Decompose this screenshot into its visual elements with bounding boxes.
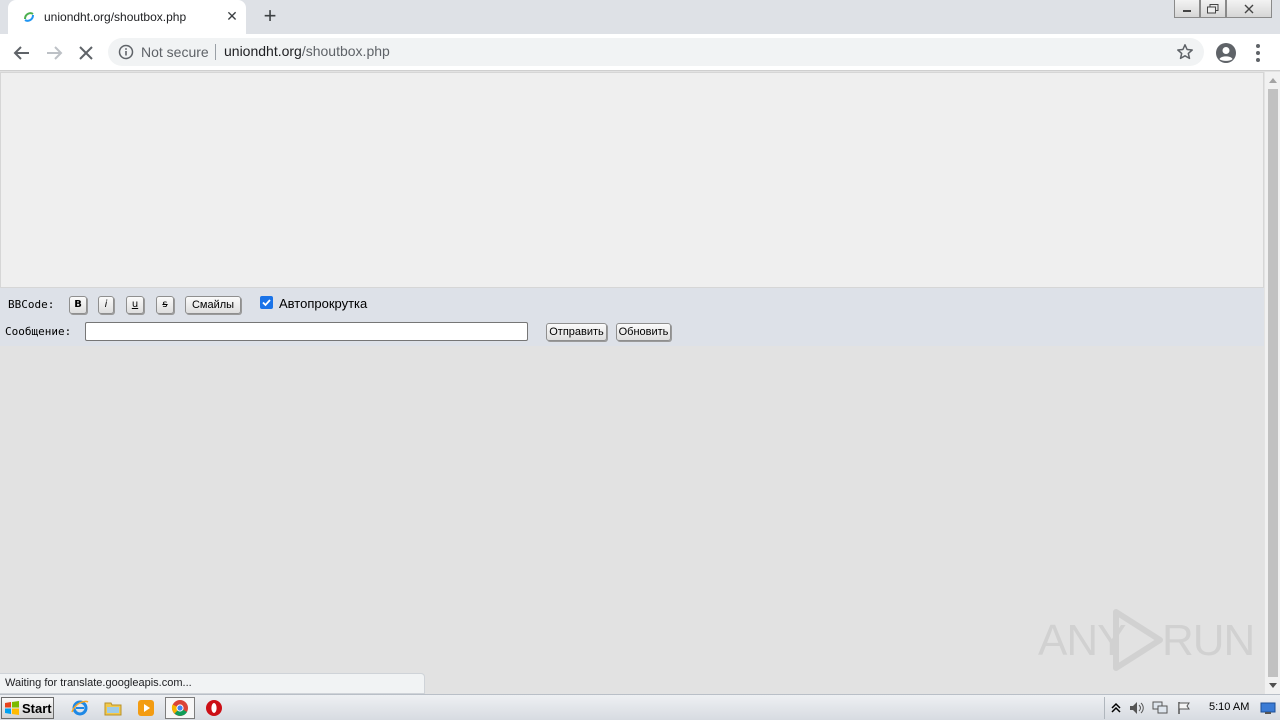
autoscroll-label[interactable]: Автопрокрутка — [279, 296, 367, 311]
scroll-down-arrow[interactable] — [1265, 678, 1280, 694]
desktop-icon — [1260, 702, 1276, 714]
media-play-icon — [138, 700, 154, 716]
start-label: Start — [22, 700, 52, 716]
chevron-down-icon — [1269, 683, 1277, 688]
internet-explorer-icon[interactable] — [70, 698, 90, 718]
show-hidden-icons[interactable] — [1108, 700, 1124, 716]
action-center-icon[interactable] — [1176, 700, 1192, 716]
clock[interactable]: 5:10 AM — [1209, 701, 1249, 713]
url-host: uniondht.org — [224, 43, 302, 59]
back-arrow-icon — [13, 46, 29, 60]
system-tray: 5:10 AM — [1104, 697, 1280, 719]
anyrun-watermark: ANY RUN — [1038, 608, 1255, 672]
media-player-icon[interactable] — [136, 698, 156, 718]
volume-icon[interactable] — [1129, 700, 1145, 716]
tab-strip: uniondht.org/shoutbox.php ✕ + — [0, 0, 1280, 34]
flag-icon — [1178, 702, 1190, 714]
scroll-thumb[interactable] — [1268, 89, 1278, 677]
show-desktop-icon[interactable] — [1260, 700, 1276, 716]
smiles-button[interactable]: Смайлы — [185, 296, 241, 314]
scroll-up-arrow[interactable] — [1265, 72, 1280, 88]
site-favicon-icon — [24, 12, 34, 22]
page-viewport: BBCode: B i u s Смайлы Автопрокрутка Соо… — [0, 72, 1264, 694]
forward-arrow-icon — [47, 46, 63, 60]
message-label: Сообщение: — [5, 325, 72, 338]
watermark-right-text: RUN — [1162, 616, 1255, 665]
message-input[interactable] — [85, 322, 528, 341]
autoscroll-checkbox[interactable] — [260, 296, 273, 309]
restore-button[interactable] — [1200, 0, 1226, 18]
tab-close-icon[interactable]: ✕ — [224, 9, 240, 25]
url-path: /shoutbox.php — [301, 43, 390, 59]
stop-loading-button[interactable] — [74, 41, 98, 65]
bbcode-italic-button[interactable]: i — [98, 296, 114, 314]
refresh-button[interactable]: Обновить — [616, 323, 671, 341]
file-explorer-icon[interactable] — [103, 698, 123, 718]
play-logo-icon — [1113, 609, 1163, 671]
page-scrollbar[interactable] — [1264, 72, 1280, 694]
opera-logo-icon — [206, 700, 222, 716]
stop-icon — [79, 46, 93, 60]
bbcode-underline-button[interactable]: u — [126, 296, 144, 314]
close-window-button[interactable] — [1226, 0, 1272, 18]
new-tab-button[interactable]: + — [258, 5, 282, 29]
minimize-icon — [1183, 9, 1191, 12]
send-button[interactable]: Отправить — [546, 323, 607, 341]
tab-title: uniondht.org/shoutbox.php — [44, 10, 187, 24]
status-bubble: Waiting for translate.googleapis.com... — [0, 673, 425, 694]
checkmark-icon — [262, 299, 271, 307]
ie-logo-icon — [71, 700, 89, 716]
chrome-icon — [171, 700, 188, 716]
bookmark-star-icon[interactable] — [1176, 43, 1194, 61]
profile-avatar-icon[interactable] — [1215, 42, 1237, 64]
windows-taskbar: Start 5:10 AM — [0, 694, 1280, 720]
security-label[interactable]: Not secure — [141, 44, 209, 60]
chrome-taskbar-button[interactable] — [165, 697, 195, 719]
url-text[interactable]: uniondht.org/shoutbox.php — [224, 43, 390, 59]
omnibox-separator — [215, 44, 216, 60]
folder-icon — [104, 702, 122, 716]
minimize-button[interactable] — [1174, 0, 1200, 18]
bbcode-strike-button[interactable]: s — [156, 296, 174, 314]
bbcode-bold-button[interactable]: B — [69, 296, 87, 314]
shoutbox-controls: BBCode: B i u s Смайлы Автопрокрутка Соо… — [0, 288, 1264, 346]
network-icon[interactable] — [1152, 700, 1168, 716]
bbcode-label: BBCode: — [8, 298, 55, 311]
chevron-up-icon — [1111, 702, 1121, 713]
restore-icon — [1207, 3, 1219, 13]
window-controls — [1174, 0, 1272, 20]
shoutbox-messages-area — [0, 72, 1264, 288]
chrome-menu-button[interactable] — [1250, 42, 1266, 64]
back-button[interactable] — [10, 41, 34, 65]
browser-toolbar: Not secure uniondht.org/shoutbox.php — [0, 34, 1280, 71]
opera-icon[interactable] — [204, 698, 224, 718]
start-button[interactable]: Start — [1, 697, 54, 719]
windows-logo-icon — [5, 701, 19, 715]
browser-tab[interactable]: uniondht.org/shoutbox.php ✕ — [8, 0, 246, 34]
speaker-icon — [1130, 702, 1144, 714]
info-icon[interactable] — [118, 44, 134, 60]
chevron-up-icon — [1269, 78, 1277, 83]
close-icon — [1244, 4, 1254, 13]
forward-button[interactable] — [42, 41, 66, 65]
network-monitor-icon — [1152, 701, 1168, 714]
address-bar[interactable]: Not secure uniondht.org/shoutbox.php — [108, 38, 1204, 66]
